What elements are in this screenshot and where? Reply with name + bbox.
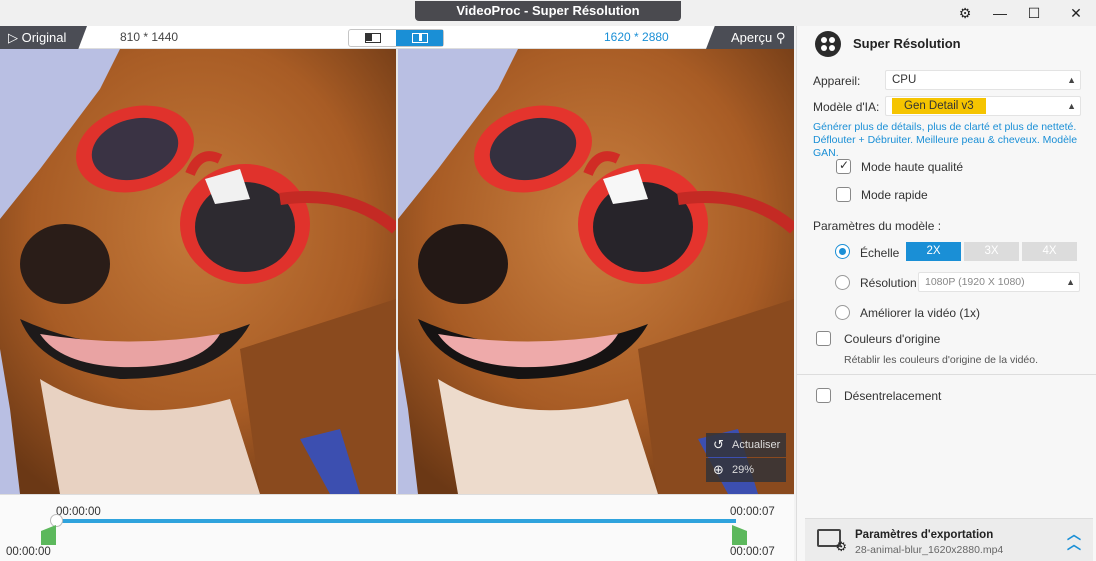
- refresh-icon: ↺: [713, 437, 724, 452]
- settings-panel: Super Résolution Appareil: CPU ▲ Modèle …: [796, 26, 1096, 561]
- timeline: 00:00:00 00:00:07 00:00:00 00:00:07: [0, 494, 794, 561]
- hq-mode-label: Mode haute qualité: [861, 160, 964, 174]
- single-view-icon: [364, 33, 381, 43]
- resolution-radio[interactable]: [835, 275, 850, 290]
- updown-arrow-icon: ▲: [1066, 277, 1075, 287]
- output-resolution: 1620 * 2880: [604, 30, 669, 44]
- film-reel-icon: [815, 31, 841, 57]
- updown-arrow-icon: ▲: [1067, 75, 1076, 85]
- refresh-label: Actualiser: [732, 439, 781, 451]
- close-icon[interactable]: ✕: [1064, 3, 1088, 23]
- original-preview-image: [0, 49, 396, 494]
- split-view-button[interactable]: [396, 30, 443, 46]
- title-bar: VideoProc - Super Résolution ⚙ — ☐ ✕: [0, 0, 1096, 26]
- device-label: Appareil:: [813, 74, 861, 88]
- export-settings-icon: [817, 529, 847, 555]
- deinterlace-label: Désentrelacement: [844, 389, 942, 403]
- scale-2x-button[interactable]: 2X: [906, 242, 961, 261]
- refresh-button[interactable]: ↺ Actualiser: [706, 433, 786, 457]
- original-colors-note: Rétablir les couleurs d'origine de la vi…: [844, 354, 1039, 366]
- zoom-icon: ⊕: [713, 462, 724, 477]
- window-title: VideoProc - Super Résolution: [415, 1, 681, 21]
- model-value: Gen Detail v3: [892, 98, 986, 114]
- preview-toolbar: ▷ Original 810 * 1440 1620 * 2880 Aperçu…: [0, 26, 794, 49]
- deinterlace-checkbox[interactable]: [816, 388, 831, 403]
- model-label: Modèle d'IA:: [813, 100, 880, 114]
- model-params-label: Paramètres du modèle :: [813, 219, 942, 233]
- model-select[interactable]: Gen Detail v3 ▲: [885, 96, 1081, 116]
- output-preview-image: [398, 49, 794, 494]
- scale-label: Échelle: [860, 246, 900, 260]
- improve-radio[interactable]: [835, 305, 850, 320]
- updown-arrow-icon: ▲: [1067, 101, 1076, 111]
- export-settings-bar[interactable]: Paramètres d'exportation 28-animal-blur_…: [805, 518, 1093, 561]
- preview-area: ▷ Original 810 * 1440 1620 * 2880 Aperçu…: [0, 26, 794, 494]
- improve-label: Améliorer la vidéo (1x): [860, 306, 981, 320]
- app-window: VideoProc - Super Résolution ⚙ — ☐ ✕ ▷ O…: [0, 0, 1096, 561]
- device-select[interactable]: CPU ▲: [885, 70, 1081, 90]
- play-icon: ▷: [8, 30, 22, 45]
- hq-mode-checkbox[interactable]: [836, 158, 851, 174]
- minimize-icon[interactable]: —: [988, 3, 1012, 23]
- trim-end-handle[interactable]: [732, 525, 747, 545]
- search-icon: ⚲: [772, 30, 786, 45]
- panel-header: Super Résolution: [797, 26, 1096, 66]
- resolution-value: 1080P (1920 X 1080): [925, 276, 1025, 288]
- scale-radio[interactable]: [835, 244, 850, 259]
- single-view-button[interactable]: [349, 30, 396, 46]
- scale-4x-button[interactable]: 4X: [1022, 242, 1077, 261]
- device-value: CPU: [892, 74, 917, 86]
- maximize-icon[interactable]: ☐: [1022, 3, 1046, 23]
- trim-start-handle[interactable]: [41, 525, 56, 545]
- original-resolution: 810 * 1440: [120, 30, 179, 44]
- panel-title: Super Résolution: [853, 36, 961, 51]
- original-colors-checkbox[interactable]: [816, 331, 831, 346]
- original-label: Original: [21, 30, 67, 45]
- view-mode-toggle: [348, 29, 444, 47]
- export-filename: 28-animal-blur_1620x2880.mp4: [855, 544, 1004, 556]
- playhead-time: 00:00:00: [56, 506, 101, 518]
- model-description: Générer plus de détails, plus de clarté …: [813, 121, 1078, 159]
- fast-mode-label: Mode rapide: [861, 188, 928, 202]
- split-view-icon: [411, 33, 428, 43]
- zoom-label: 29%: [732, 464, 755, 476]
- apercu-label: Aperçu: [731, 30, 773, 45]
- original-tag[interactable]: ▷ Original: [0, 26, 87, 49]
- scale-3x-button[interactable]: 3X: [964, 242, 1019, 261]
- original-colors-label: Couleurs d'origine: [844, 332, 941, 346]
- zoom-button[interactable]: ⊕ 29%: [706, 458, 786, 482]
- trim-start-time: 00:00:00: [6, 546, 51, 558]
- end-time: 00:00:07: [730, 506, 775, 518]
- chevron-up-icon[interactable]: ︿ ︿: [1067, 527, 1081, 551]
- resolution-label: Résolution: [860, 276, 917, 290]
- timeline-track[interactable]: [56, 519, 736, 523]
- trim-end-time: 00:00:07: [730, 546, 775, 558]
- apercu-tag[interactable]: Aperçu ⚲: [706, 26, 794, 49]
- playhead-knob[interactable]: [50, 514, 63, 527]
- resolution-select[interactable]: 1080P (1920 X 1080) ▲: [918, 272, 1080, 292]
- export-title: Paramètres d'exportation: [855, 529, 994, 541]
- fast-mode-checkbox[interactable]: [836, 187, 851, 202]
- gear-icon[interactable]: ⚙: [953, 3, 977, 23]
- separator: [797, 374, 1096, 375]
